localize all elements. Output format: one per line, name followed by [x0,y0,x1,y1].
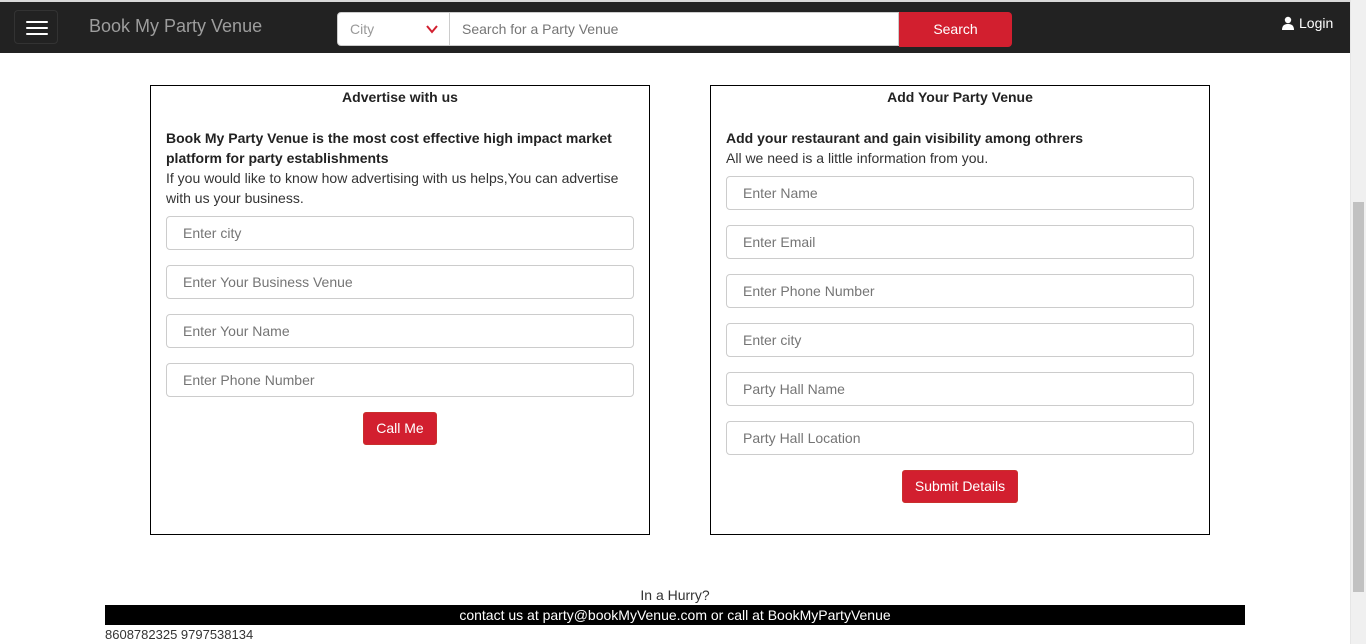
advertise-city-field[interactable] [166,216,634,250]
hamburger-menu-icon [26,21,48,23]
venue-city-field[interactable] [726,323,1194,357]
add-venue-description: All we need is a little information from… [726,150,989,166]
add-venue-panel: Add Your Party Venue Add your restaurant… [710,85,1210,535]
hurry-text: In a Hurry? [640,587,710,603]
login-label: Login [1299,15,1334,31]
call-me-button[interactable]: Call Me [363,412,437,445]
add-venue-title: Add Your Party Venue [887,89,1033,105]
user-icon [1282,16,1294,30]
search-button[interactable]: Search [899,12,1012,47]
venue-phone-field[interactable] [726,274,1194,308]
advertise-lead: Book My Party Venue is the most cost eff… [166,130,612,166]
contact-bar: contact us at party@bookMyVenue.com or c… [105,605,1245,625]
menu-toggle-button[interactable] [14,10,58,44]
navbar: Book My Party Venue City Search Login [0,0,1350,53]
phone-numbers: 8608782325 9797538134 [105,627,254,642]
login-link[interactable]: Login [1281,15,1333,31]
scrollbar-thumb[interactable] [1353,202,1364,592]
city-select[interactable]: City [337,12,450,46]
advertise-description: If you would like to know how advertisin… [166,170,619,206]
party-hall-name-field[interactable] [726,372,1194,406]
page: Book My Party Venue City Search Login Ad… [0,0,1366,644]
hamburger-menu-icon [26,27,48,29]
venue-name-field[interactable] [726,176,1194,210]
advertise-name-field[interactable] [166,314,634,348]
brand-link[interactable]: Book My Party Venue [89,16,262,37]
submit-details-button[interactable]: Submit Details [902,470,1018,503]
advertise-business-field[interactable] [166,265,634,299]
venue-email-field[interactable] [726,225,1194,259]
search-input[interactable] [450,12,899,46]
add-venue-lead: Add your restaurant and gain visibility … [726,130,1084,146]
advertise-panel: Advertise with us Book My Party Venue is… [150,85,650,535]
hamburger-menu-icon [26,33,48,35]
advertise-phone-field[interactable] [166,363,634,397]
party-hall-location-field[interactable] [726,421,1194,455]
scrollbar[interactable] [1350,0,1366,644]
chevron-down-icon [426,25,438,34]
advertise-title: Advertise with us [342,89,458,105]
city-select-value: City [350,21,375,37]
